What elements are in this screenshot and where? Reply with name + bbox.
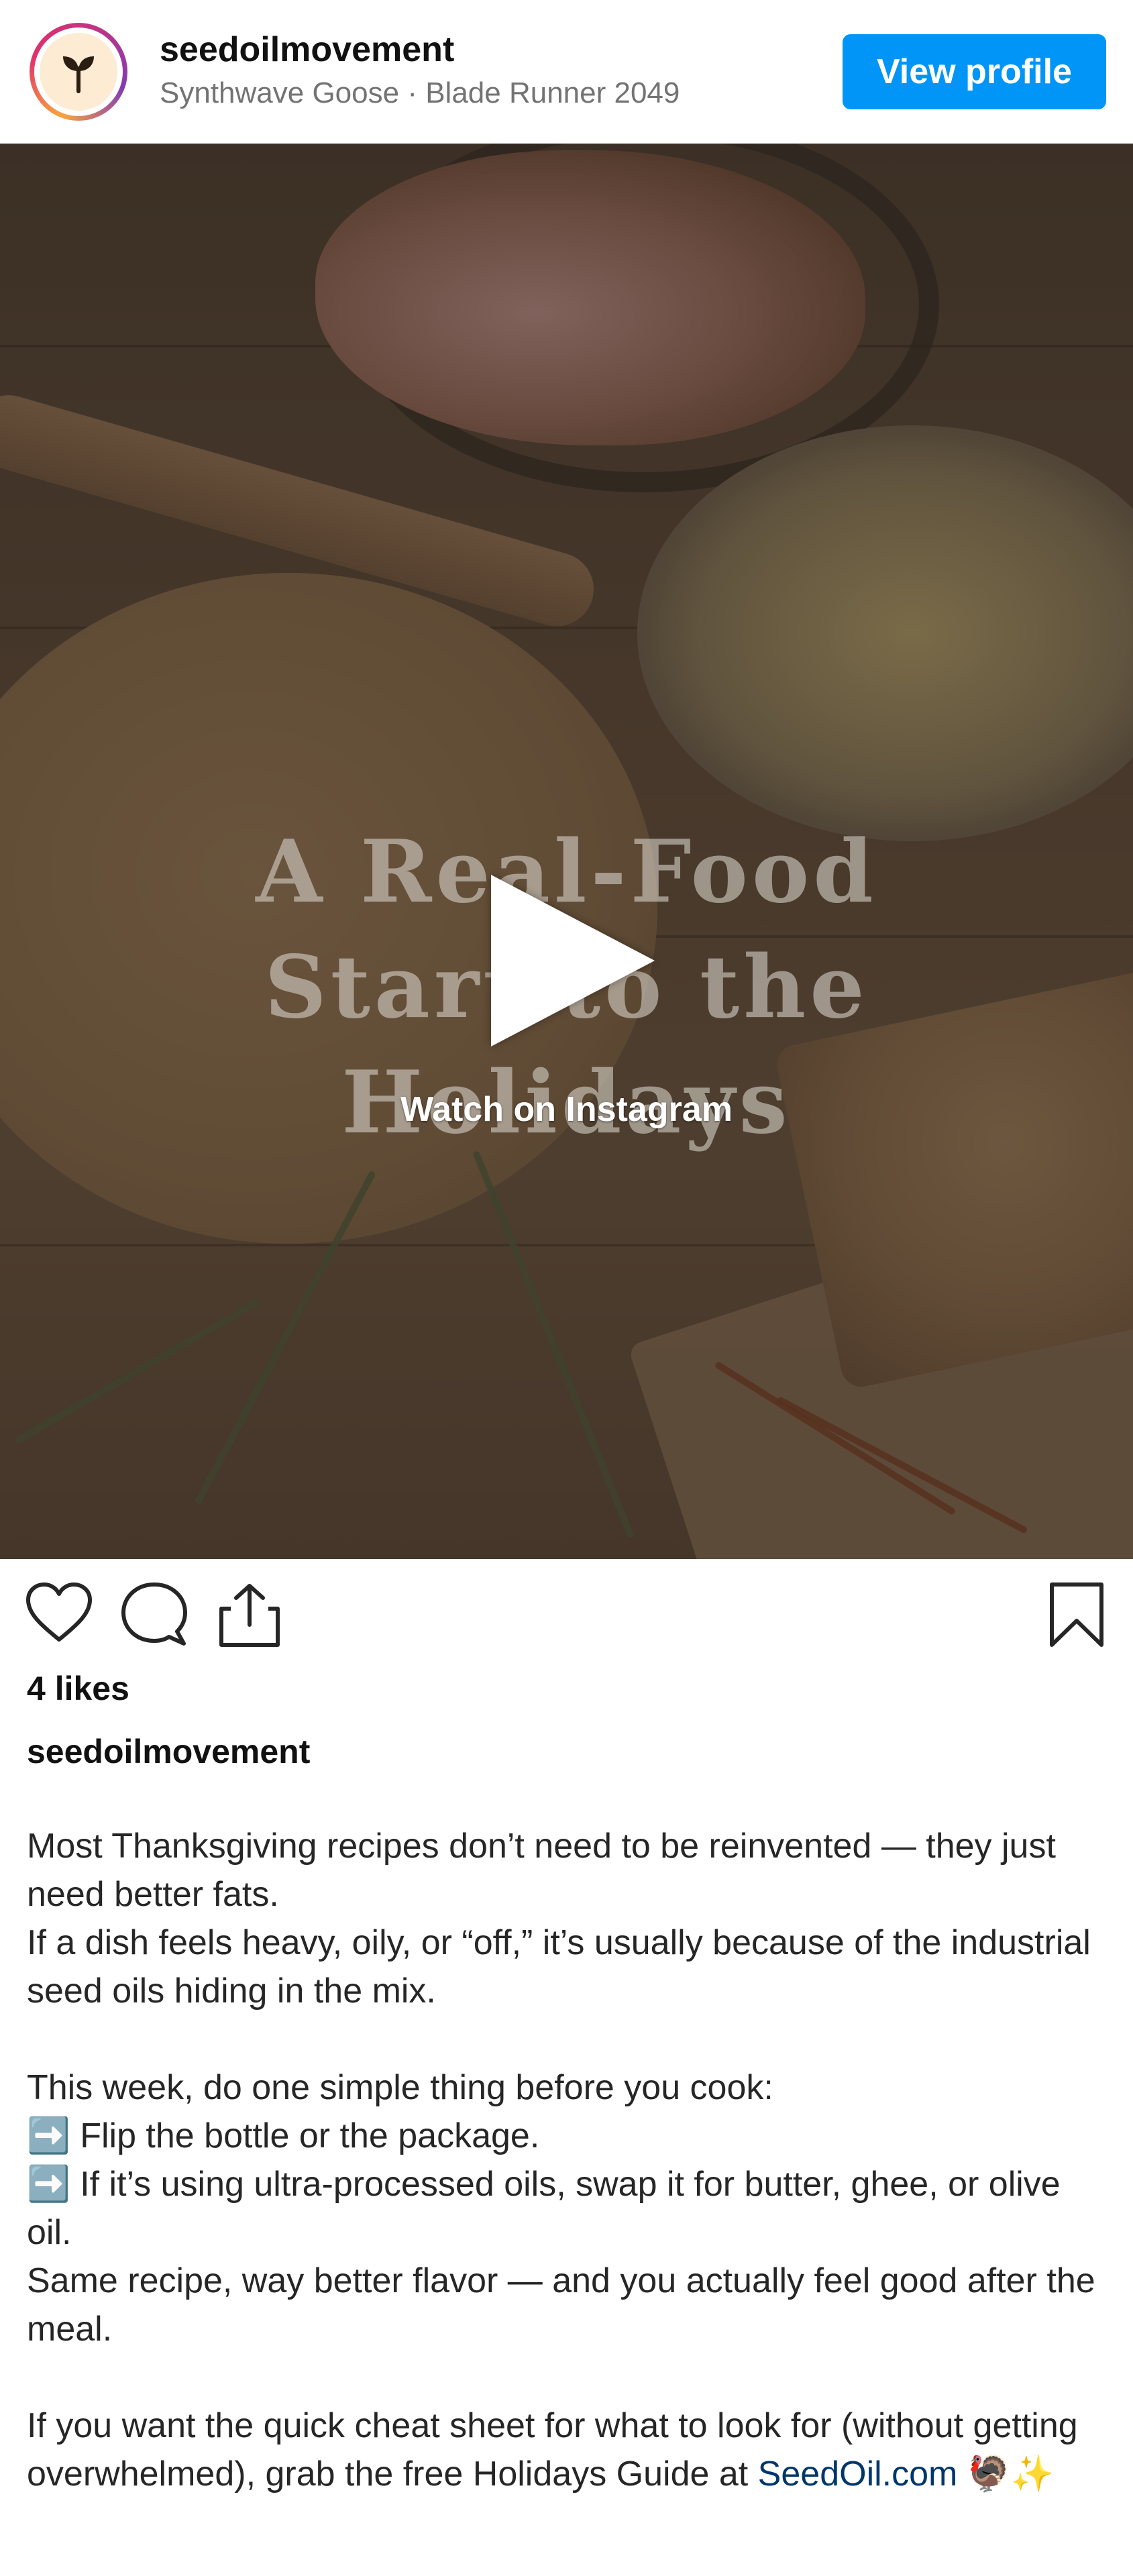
sprout-logo-icon [34,28,123,116]
caption-line: If a dish feels heavy, oily, or “off,” i… [27,1923,1091,2010]
comment-icon[interactable] [121,1582,188,1652]
audio-subtitle[interactable]: Synthwave Goose · Blade Runner 2049 [160,76,680,110]
view-profile-button[interactable]: View profile [843,34,1106,109]
profile-username[interactable]: seedoilmovement [160,30,454,70]
video-thumbnail[interactable]: A Real-Food Start to the Holidays Watch … [0,144,1133,1559]
caption-line: This week, do one simple thing before yo… [27,2068,773,2107]
post-header: seedoilmovement Synthwave Goose · Blade … [0,0,1133,144]
seedoil-link[interactable]: SeedOil.com [758,2455,958,2493]
watch-on-instagram-link[interactable]: Watch on Instagram [0,1089,1133,1130]
caption-line: ➡️ Flip the bottle or the package. [27,2116,540,2155]
heart-icon[interactable] [25,1582,93,1647]
likes-count[interactable]: 4 likes [27,1669,129,1708]
caption-line: If you want the quick cheat sheet for wh… [27,2402,1107,2498]
caption-line: Same recipe, way better flavor — and you… [27,2261,1095,2349]
post-actions [0,1559,1133,1666]
play-icon[interactable] [491,875,655,1046]
caption-line: ➡️ If it’s using ultra-processed oils, s… [27,2165,1061,2252]
share-icon[interactable] [216,1582,283,1652]
post-caption: Most Thanksgiving recipes don’t need to … [27,1822,1107,2498]
bookmark-icon[interactable] [1046,1582,1107,1652]
caption-line: Most Thanksgiving recipes don’t need to … [27,1827,1056,1914]
caption-username[interactable]: seedoilmovement [27,1732,310,1771]
turkey-sparkles-emoji: 🦃✨ [967,2455,1055,2493]
avatar[interactable] [30,23,127,121]
